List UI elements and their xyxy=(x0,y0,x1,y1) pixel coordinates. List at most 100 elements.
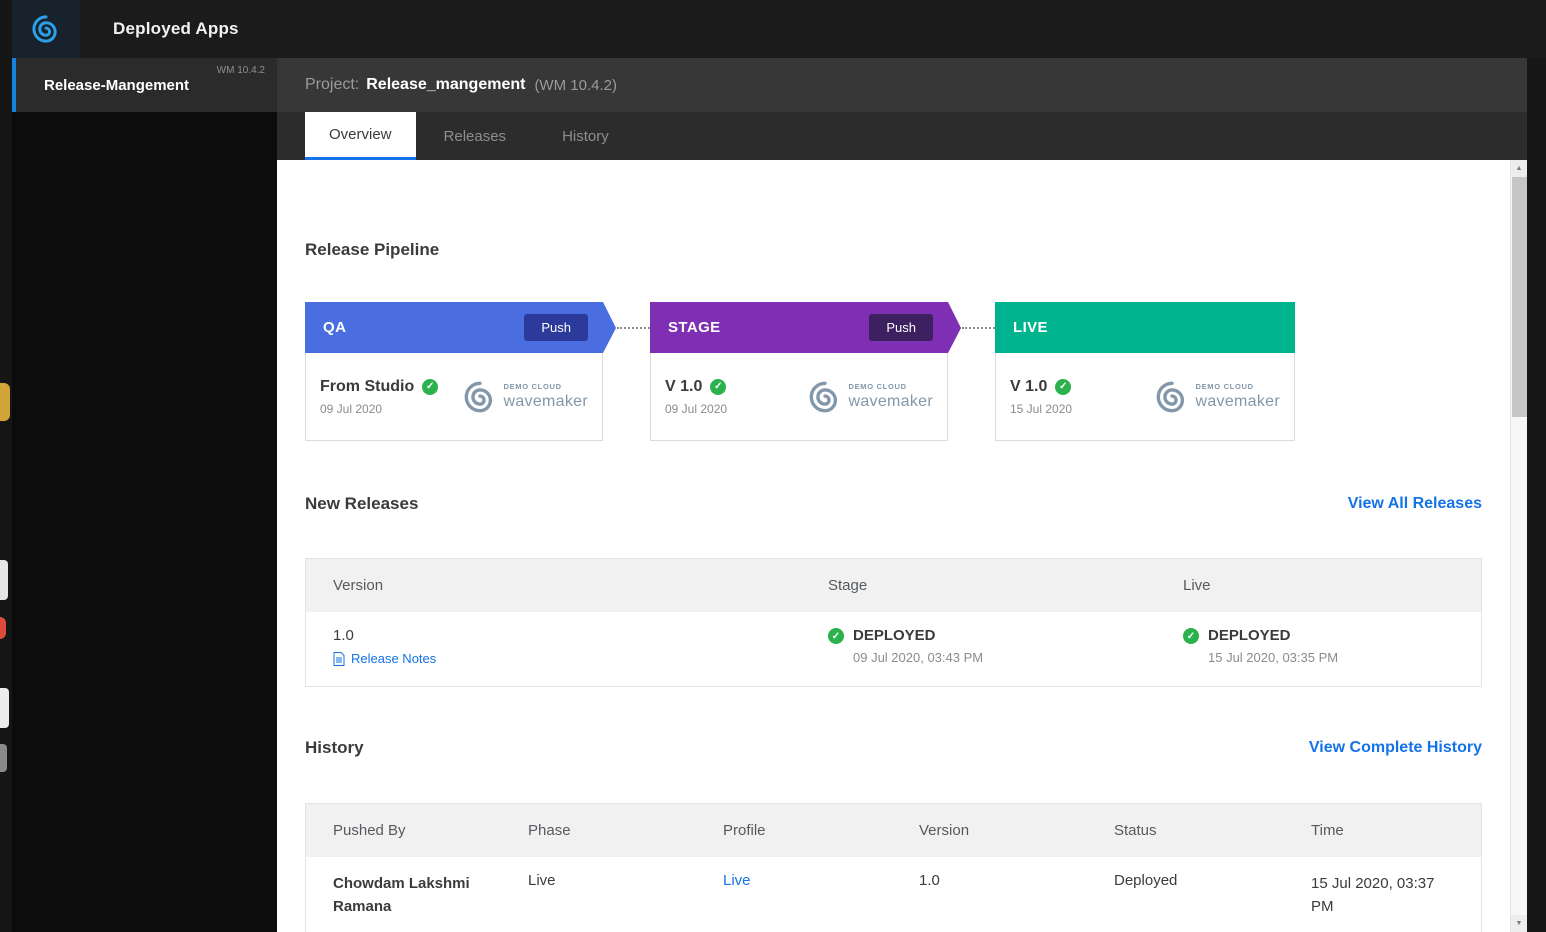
pipeline-card-header: QA Push xyxy=(305,302,603,353)
release-version: 1.0 xyxy=(333,627,791,644)
history-table: Pushed By Phase Profile Version Status T… xyxy=(305,803,1482,932)
tabbar: Overview Releases History xyxy=(277,112,1527,160)
table-row: Chowdam Lakshmi Ramana Live Live 1.0 Dep… xyxy=(306,857,1481,919)
pipeline-arrow xyxy=(948,302,961,353)
view-complete-history-link[interactable]: View Complete History xyxy=(1309,739,1482,757)
pipeline-card-qa: QA Push From Studio ✓ 09 Jul 2020 xyxy=(305,302,603,441)
dock-strip xyxy=(0,0,12,932)
new-releases-heading-row: New Releases View All Releases xyxy=(305,494,1482,514)
pipeline-card-header: LIVE xyxy=(995,302,1295,353)
brand-wavemaker-label: wavemaker xyxy=(1195,393,1280,411)
column-phase: Phase xyxy=(501,822,696,839)
release-pipeline-title: Release Pipeline xyxy=(305,240,439,260)
sidebar-item-release-management[interactable]: Release-Mangement WM 10.4.2 xyxy=(12,58,277,112)
history-phase: Live xyxy=(501,857,696,919)
project-name: Release_mangement xyxy=(366,76,525,94)
pipeline-card-stage: STAGE Push V 1.0 ✓ 09 Jul 2020 xyxy=(650,302,948,441)
stage-name: QA xyxy=(323,319,346,336)
pipeline-arrow xyxy=(603,302,616,353)
sidebar: Release-Mangement WM 10.4.2 xyxy=(12,58,277,932)
pipeline-card-body: V 1.0 ✓ 15 Jul 2020 DEMO CLOUD wavemaker xyxy=(995,353,1295,441)
project-label: Project: xyxy=(305,76,359,94)
deployed-version: V 1.0 xyxy=(665,378,702,396)
dock-icon-sliver[interactable] xyxy=(0,617,6,639)
main-content: Release Pipeline QA Push From Studio ✓ 0… xyxy=(277,160,1527,932)
dock-icon-sliver[interactable] xyxy=(0,383,10,421)
success-check-icon: ✓ xyxy=(828,628,844,644)
deploy-date: 09 Jul 2020 xyxy=(665,402,727,416)
release-notes-label: Release Notes xyxy=(351,651,436,666)
scroll-down-button[interactable]: ▼ xyxy=(1511,915,1527,932)
table-header-row: Pushed By Phase Profile Version Status T… xyxy=(306,804,1481,857)
document-icon xyxy=(333,652,345,666)
wavemaker-brand: DEMO CLOUD wavemaker xyxy=(463,380,588,414)
history-status: Deployed xyxy=(1087,857,1284,919)
project-version: (WM 10.4.2) xyxy=(534,77,617,94)
column-time: Time xyxy=(1284,822,1481,839)
history-pushed-by: Chowdam Lakshmi Ramana xyxy=(306,857,501,919)
live-deploy-time: 15 Jul 2020, 03:35 PM xyxy=(1208,650,1338,665)
column-profile: Profile xyxy=(696,822,892,839)
release-notes-link[interactable]: Release Notes xyxy=(333,651,436,666)
push-button-qa[interactable]: Push xyxy=(524,314,588,341)
pipeline-card-header: STAGE Push xyxy=(650,302,948,353)
history-heading-row: History View Complete History xyxy=(305,738,1482,758)
pipeline-connector xyxy=(962,327,995,329)
screen: Deployed Apps Release-Mangement WM 10.4.… xyxy=(0,0,1546,932)
column-stage: Stage xyxy=(801,577,1156,594)
wavemaker-logo-icon xyxy=(31,14,61,44)
tab-history[interactable]: History xyxy=(534,112,637,160)
success-check-icon: ✓ xyxy=(1055,379,1071,395)
brand-demo-cloud-label: DEMO CLOUD xyxy=(1195,382,1280,391)
dock-icon-sliver[interactable] xyxy=(0,688,9,728)
pipeline-card-live: LIVE V 1.0 ✓ 15 Jul 2020 xyxy=(995,302,1295,441)
tab-releases[interactable]: Releases xyxy=(416,112,535,160)
success-check-icon: ✓ xyxy=(1183,628,1199,644)
app-title: Deployed Apps xyxy=(113,19,239,39)
wavemaker-brand-icon xyxy=(1155,380,1189,414)
live-status: DEPLOYED xyxy=(1208,627,1338,644)
view-all-releases-link[interactable]: View All Releases xyxy=(1348,495,1482,513)
success-check-icon: ✓ xyxy=(710,379,726,395)
new-releases-title: New Releases xyxy=(305,494,418,514)
scrollbar-thumb[interactable] xyxy=(1512,177,1527,417)
column-pushed-by: Pushed By xyxy=(306,822,501,839)
column-status: Status xyxy=(1087,822,1284,839)
history-version: 1.0 xyxy=(892,857,1087,919)
wavemaker-brand-icon xyxy=(808,380,842,414)
deployed-version: V 1.0 xyxy=(1010,378,1047,396)
brand-demo-cloud-label: DEMO CLOUD xyxy=(848,382,933,391)
pipeline-card-body: From Studio ✓ 09 Jul 2020 DEMO CLOUD wav… xyxy=(305,353,603,441)
table-header-row: Version Stage Live xyxy=(306,559,1481,612)
stage-deploy-time: 09 Jul 2020, 03:43 PM xyxy=(853,650,983,665)
app-logo[interactable] xyxy=(12,0,80,58)
brand-wavemaker-label: wavemaker xyxy=(848,393,933,411)
deployed-version: From Studio xyxy=(320,378,414,396)
scrollbar[interactable]: ▲ ▼ xyxy=(1510,160,1527,932)
wavemaker-brand: DEMO CLOUD wavemaker xyxy=(1155,380,1280,414)
right-edge-strip xyxy=(1527,58,1546,932)
brand-demo-cloud-label: DEMO CLOUD xyxy=(503,382,588,391)
deploy-date: 09 Jul 2020 xyxy=(320,402,438,416)
new-releases-table: Version Stage Live 1.0 Release Notes xyxy=(305,558,1482,687)
column-live: Live xyxy=(1156,577,1481,594)
wavemaker-brand-icon xyxy=(463,380,497,414)
dock-icon-sliver[interactable] xyxy=(0,744,7,772)
topbar: Deployed Apps xyxy=(12,0,1546,58)
tab-overview[interactable]: Overview xyxy=(305,112,416,160)
stage-name: STAGE xyxy=(668,319,721,336)
project-header: Project: Release_mangement (WM 10.4.2) xyxy=(277,58,1527,112)
deploy-date: 15 Jul 2020 xyxy=(1010,402,1072,416)
pipeline-connector xyxy=(617,327,650,329)
brand-wavemaker-label: wavemaker xyxy=(503,393,588,411)
profile-live-link[interactable]: Live xyxy=(723,872,751,889)
history-time: 15 Jul 2020, 03:37 PM xyxy=(1284,857,1481,919)
pipeline-card-body: V 1.0 ✓ 09 Jul 2020 DEMO CLOUD wavemaker xyxy=(650,353,948,441)
sidebar-item-label: Release-Mangement xyxy=(44,77,189,94)
scroll-up-button[interactable]: ▲ xyxy=(1511,160,1527,177)
column-version: Version xyxy=(306,577,801,594)
stage-status: DEPLOYED xyxy=(853,627,983,644)
column-version: Version xyxy=(892,822,1087,839)
push-button-stage[interactable]: Push xyxy=(869,314,933,341)
dock-icon-sliver[interactable] xyxy=(0,560,8,600)
